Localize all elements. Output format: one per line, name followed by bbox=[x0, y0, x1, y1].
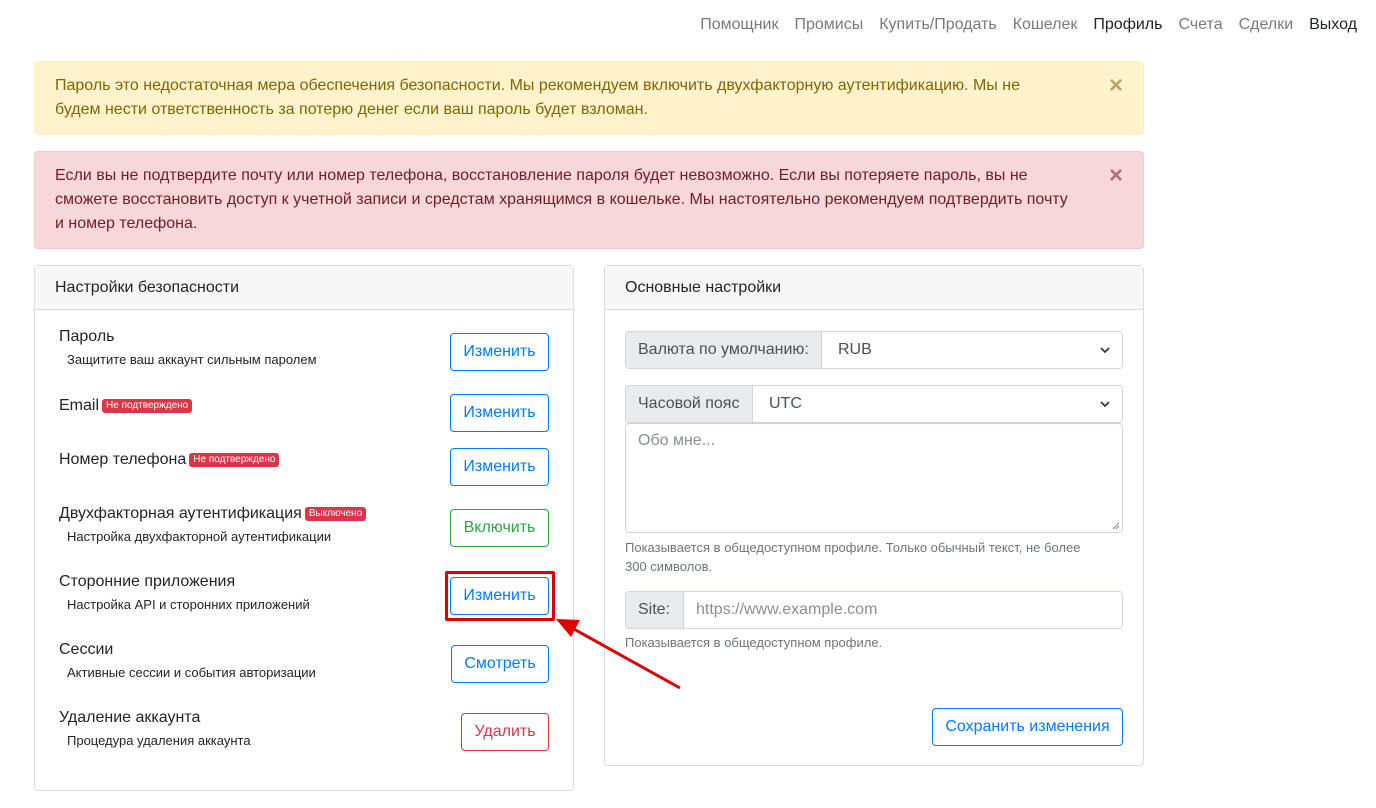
top-nav: Помощник Промисы Купить/Продать Кошелек … bbox=[684, 0, 1357, 50]
chevron-down-icon bbox=[1100, 347, 1110, 354]
resize-handle-icon[interactable] bbox=[1112, 522, 1120, 530]
status-badge: Не подтверждено bbox=[189, 453, 280, 467]
status-badge: Не подтверждено bbox=[102, 399, 193, 413]
site-label: Site: bbox=[626, 592, 684, 628]
delete-account-button[interactable]: Удалить bbox=[461, 713, 549, 751]
status-badge: Выключено bbox=[304, 507, 367, 521]
about-help-text: Показывается в общедоступном профиле. То… bbox=[625, 540, 1081, 574]
timezone-select[interactable]: UTC bbox=[753, 386, 1122, 422]
nav-accounts[interactable]: Счета bbox=[1178, 16, 1222, 34]
view-sessions-button[interactable]: Смотреть bbox=[451, 645, 549, 683]
timezone-label: Часовой пояс bbox=[626, 386, 753, 422]
currency-label: Валюта по умолчанию: bbox=[626, 332, 822, 368]
chevron-down-icon bbox=[1100, 401, 1110, 408]
change-apps-button[interactable]: Изменить bbox=[450, 577, 549, 615]
change-phone-button[interactable]: Изменить bbox=[450, 448, 549, 486]
site-group: Site: https://www.example.com bbox=[625, 591, 1123, 629]
general-settings-title: Основные настройки bbox=[605, 266, 1143, 310]
about-textarea[interactable]: Обо мне... bbox=[625, 423, 1123, 533]
nav-promises[interactable]: Промисы bbox=[794, 16, 863, 34]
save-changes-button[interactable]: Сохранить изменения bbox=[932, 708, 1123, 746]
change-email-button[interactable]: Изменить bbox=[450, 394, 549, 432]
site-placeholder: https://www.example.com bbox=[696, 601, 878, 618]
nav-assistant[interactable]: Помощник bbox=[700, 16, 778, 34]
nav-logout[interactable]: Выход bbox=[1309, 16, 1357, 34]
enable-2fa-button[interactable]: Включить bbox=[450, 509, 549, 547]
nav-deals[interactable]: Сделки bbox=[1239, 16, 1294, 34]
warning-alert: Пароль это недостаточная мера обеспечени… bbox=[34, 61, 1144, 135]
security-item-title: Удаление аккаунта bbox=[59, 709, 201, 726]
security-settings-card: Настройки безопасности Пароль Защитите в… bbox=[34, 265, 574, 791]
currency-value: RUB bbox=[838, 341, 872, 358]
security-item-title: Номер телефона bbox=[59, 451, 187, 468]
change-password-button[interactable]: Изменить bbox=[450, 333, 549, 371]
security-item-title: Двухфакторная аутентификация bbox=[59, 505, 302, 522]
site-help-text: Показывается в общедоступном профиле. bbox=[625, 635, 883, 650]
security-item-title: Email bbox=[59, 397, 100, 414]
nav-wallet[interactable]: Кошелек bbox=[1013, 16, 1078, 34]
security-settings-title: Настройки безопасности bbox=[35, 266, 573, 310]
timezone-value: UTC bbox=[769, 395, 802, 412]
close-icon[interactable]: × bbox=[1109, 164, 1123, 188]
close-icon[interactable]: × bbox=[1109, 74, 1123, 98]
danger-alert-text: Если вы не подтвердите почту или номер т… bbox=[55, 167, 1068, 232]
currency-select[interactable]: RUB bbox=[822, 332, 1122, 368]
about-placeholder: Обо мне... bbox=[638, 432, 716, 449]
timezone-group: Часовой пояс UTC bbox=[625, 385, 1123, 423]
general-settings-card: Основные настройки Валюта по умолчанию: … bbox=[604, 265, 1144, 766]
site-input[interactable]: https://www.example.com bbox=[684, 592, 1122, 628]
nav-profile[interactable]: Профиль bbox=[1093, 16, 1162, 34]
security-item-title: Сессии bbox=[59, 641, 114, 658]
nav-buy-sell[interactable]: Купить/Продать bbox=[879, 16, 997, 34]
danger-alert: Если вы не подтвердите почту или номер т… bbox=[34, 151, 1144, 249]
currency-group: Валюта по умолчанию: RUB bbox=[625, 331, 1123, 369]
security-item-title: Сторонние приложения bbox=[59, 573, 236, 590]
warning-alert-text: Пароль это недостаточная мера обеспечени… bbox=[55, 77, 1020, 118]
security-item-title: Пароль bbox=[59, 328, 115, 345]
